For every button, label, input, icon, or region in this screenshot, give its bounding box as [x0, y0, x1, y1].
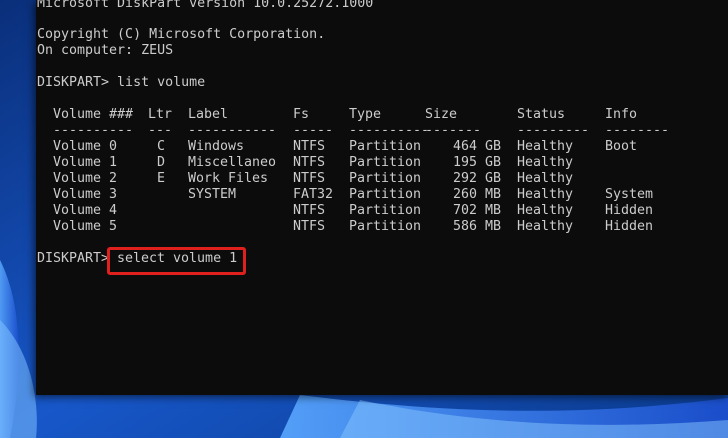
- row-volume: Volume 5: [53, 219, 118, 234]
- row-label: Windows: [188, 139, 245, 154]
- row-fs: FAT32: [293, 187, 334, 202]
- row-ltr: E: [156, 171, 165, 186]
- row-status: Healthy: [517, 187, 574, 202]
- row-size: 586 MB: [452, 219, 501, 234]
- row-ltr: C: [156, 139, 165, 154]
- row-status: Healthy: [517, 203, 574, 218]
- row-volume: Volume 3: [53, 187, 118, 202]
- row-status: Healthy: [517, 171, 574, 186]
- row-type: Partition: [349, 219, 422, 234]
- row-type: Partition: [349, 187, 422, 202]
- separator-info: --------: [605, 123, 670, 138]
- header-size: Size: [425, 107, 458, 122]
- header-ltr: Ltr: [148, 107, 173, 122]
- row-label: Work Files: [188, 171, 269, 186]
- row-size: 292 GB: [452, 171, 501, 186]
- separator-type: ----------: [349, 123, 430, 138]
- row-fs: NTFS: [293, 155, 326, 170]
- row-ltr: [151, 187, 171, 203]
- row-type: Partition: [349, 203, 422, 218]
- row-info: Hidden: [605, 203, 654, 218]
- separator-label: -----------: [188, 123, 277, 138]
- row-status: Healthy: [517, 139, 574, 154]
- row-label: Miscellaneo: [188, 155, 277, 170]
- row-ltr: D: [156, 155, 165, 170]
- row-size: 464 GB: [452, 139, 501, 154]
- row-fs: NTFS: [293, 203, 326, 218]
- row-fs: NTFS: [293, 219, 326, 234]
- copyright-line: Copyright (C) Microsoft Corporation.: [37, 27, 326, 42]
- command-prompt-window[interactable]: Microsoft DiskPart version 10.0.25272.10…: [36, 0, 728, 395]
- row-info: Boot: [605, 139, 638, 154]
- row-type: Partition: [349, 171, 422, 186]
- row-status: Healthy: [517, 155, 574, 170]
- separator-size: -------: [425, 123, 482, 138]
- row-volume: Volume 2: [53, 171, 118, 186]
- separator-volume: ----------: [53, 123, 134, 138]
- list-volume-command: DISKPART> list volume: [37, 75, 206, 90]
- diskpart-prompt: DISKPART>: [37, 251, 118, 266]
- separator-ltr: ---: [148, 123, 173, 138]
- computer-name-line: On computer: ZEUS: [37, 43, 174, 58]
- header-info: Info: [605, 107, 638, 122]
- separator-fs: -----: [293, 123, 334, 138]
- row-volume: Volume 1: [53, 155, 118, 170]
- header-status: Status: [517, 107, 566, 122]
- header-label: Label: [188, 107, 229, 122]
- header-fs: Fs: [293, 107, 310, 122]
- row-ltr: [151, 219, 171, 235]
- row-type: Partition: [349, 155, 422, 170]
- header-volume: Volume ###: [53, 107, 134, 122]
- row-volume: Volume 0: [53, 139, 118, 154]
- row-status: Healthy: [517, 219, 574, 234]
- row-size: 195 GB: [452, 155, 501, 170]
- header-type: Type: [349, 107, 382, 122]
- separator-status: ---------: [517, 123, 590, 138]
- diskpart-version-line: Microsoft DiskPart version 10.0.25272.10…: [37, 0, 374, 11]
- row-info: System: [605, 187, 654, 202]
- row-type: Partition: [349, 139, 422, 154]
- row-info: Hidden: [605, 219, 654, 234]
- row-volume: Volume 4: [53, 203, 118, 218]
- row-fs: NTFS: [293, 171, 326, 186]
- row-ltr: [151, 203, 171, 219]
- row-size: 702 MB: [452, 203, 501, 218]
- row-label: SYSTEM: [188, 187, 237, 202]
- row-size: 260 MB: [452, 187, 501, 202]
- row-fs: NTFS: [293, 139, 326, 154]
- command-highlight-box: [107, 247, 246, 275]
